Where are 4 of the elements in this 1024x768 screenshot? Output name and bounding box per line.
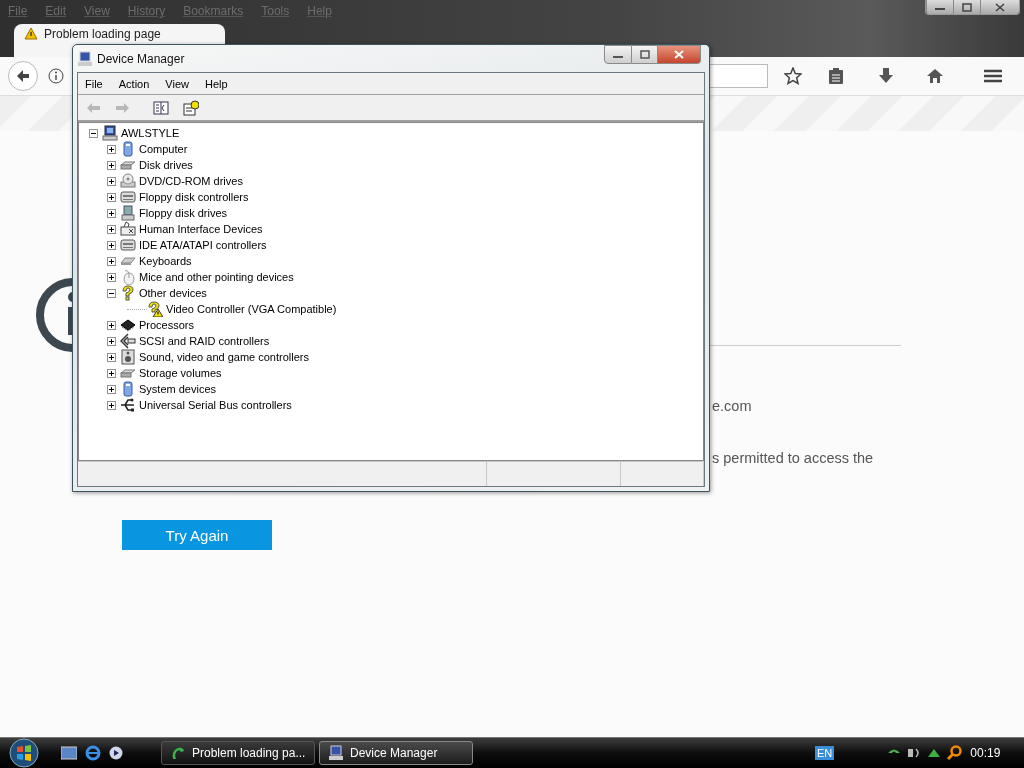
tab-title: Problem loading page [44, 26, 162, 41]
error-text: e.com [712, 397, 752, 416]
clock: 00:19 [970, 746, 1001, 760]
error-text: s permitted to access the [712, 449, 874, 468]
